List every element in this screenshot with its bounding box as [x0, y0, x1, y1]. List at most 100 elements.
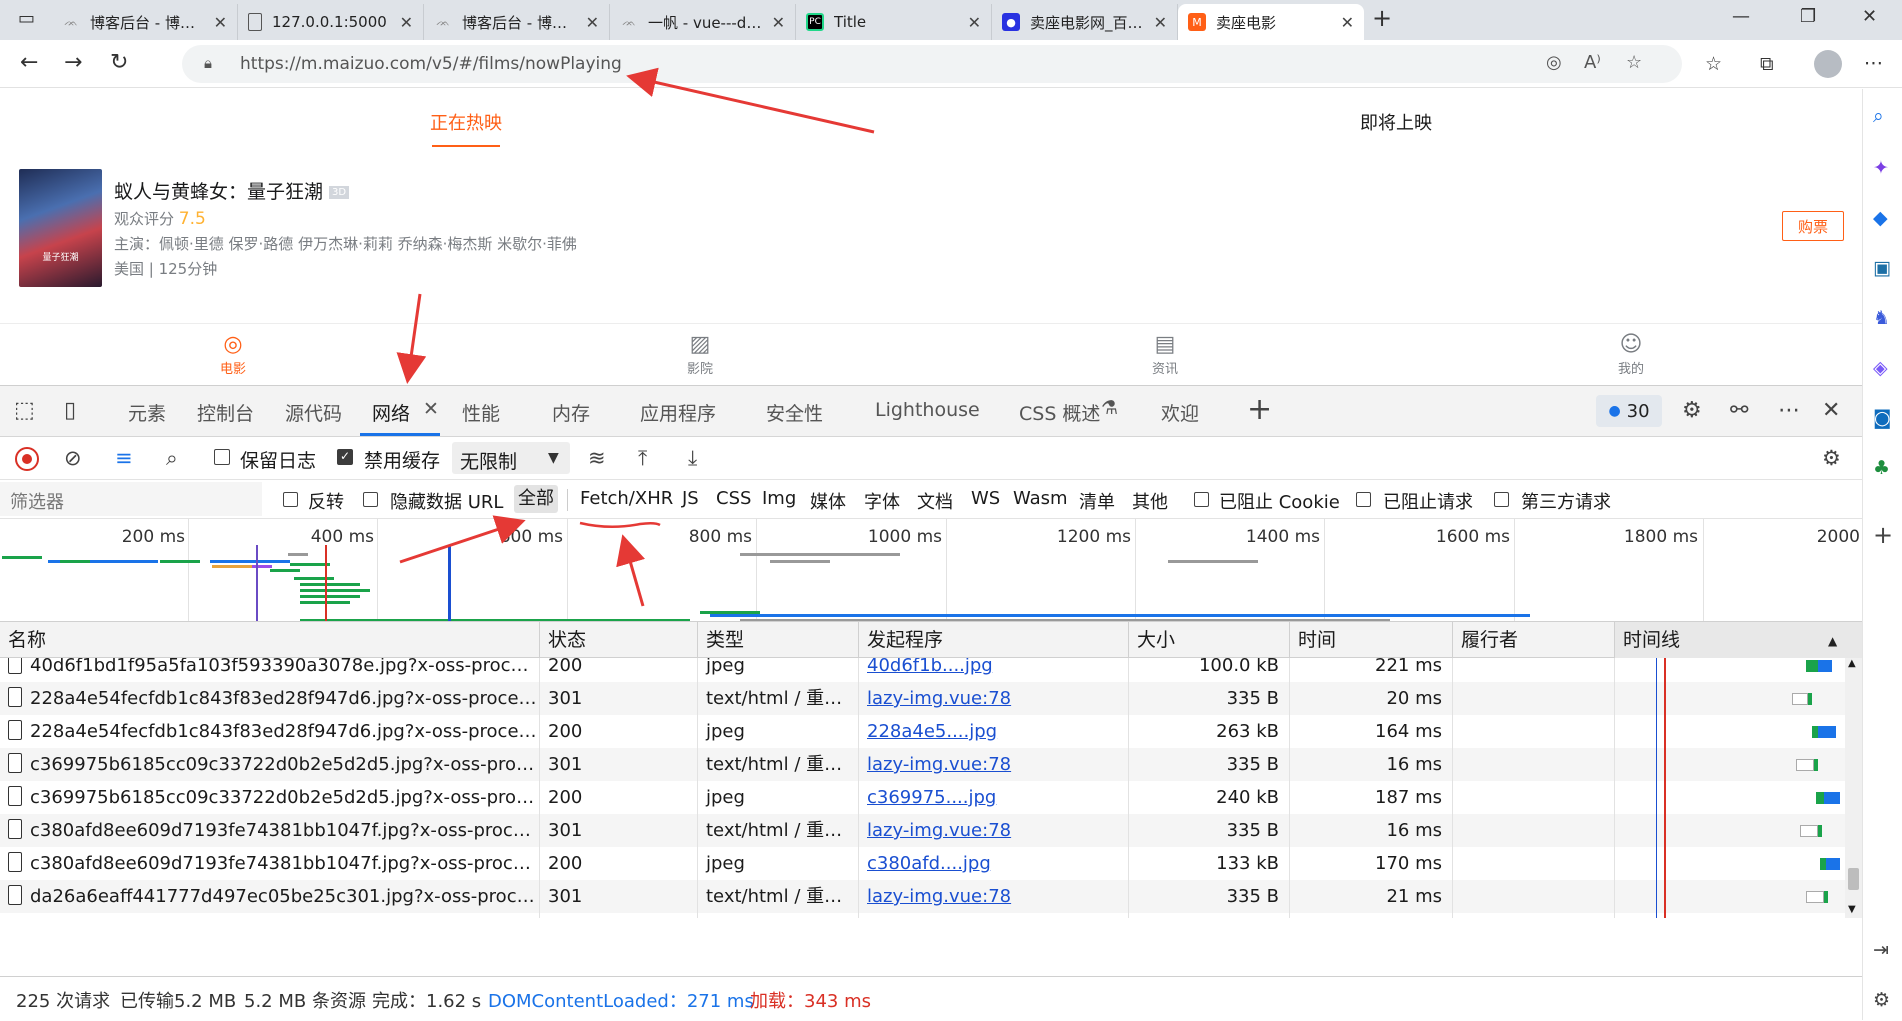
close-tab-icon[interactable]: ✕	[400, 13, 413, 32]
cell-initiator[interactable]: lazy-img.vue:78	[859, 814, 1129, 847]
outlook-icon[interactable]: ◙	[1873, 407, 1891, 429]
initiator-link[interactable]: lazy-img.vue:78	[867, 688, 1011, 709]
table-row[interactable]: c380afd8ee609d7193fe74381bb1047f.jpg?x-o…	[0, 814, 1862, 847]
close-tab-icon[interactable]: ✕	[1154, 13, 1167, 32]
third-party-label[interactable]: 第三方请求	[1521, 488, 1611, 514]
search-icon[interactable]: ⌕	[166, 446, 178, 471]
col-time[interactable]: 时间	[1290, 622, 1453, 658]
tag-icon[interactable]: ◆	[1873, 207, 1888, 229]
table-row[interactable]: c369975b6185cc09c33722d0b2e5d2d5.jpg?x-o…	[0, 748, 1862, 781]
tab-security[interactable]: 安全性	[766, 399, 823, 426]
col-name[interactable]: 名称	[0, 622, 540, 658]
cell-initiator[interactable]: 40d6f1b....jpg	[859, 658, 1129, 682]
initiator-link[interactable]: 40d6f1b....jpg	[867, 658, 993, 676]
filter-type-all[interactable]: 全部	[514, 485, 558, 513]
more-menu-icon[interactable]: ⋯	[1864, 52, 1883, 74]
hide-data-urls-checkbox[interactable]	[363, 492, 378, 507]
col-waterfall[interactable]: 时间线	[1615, 622, 1862, 658]
sparkle-icon[interactable]: ✦	[1873, 157, 1889, 179]
location-icon[interactable]: ◎	[1546, 52, 1562, 73]
invert-checkbox[interactable]	[283, 492, 298, 507]
filter-type-fetch-xhr[interactable]: Fetch/XHR	[580, 488, 673, 509]
back-icon[interactable]: ←	[20, 50, 38, 75]
cell-initiator[interactable]: 228a4e5....jpg	[859, 715, 1129, 748]
buy-ticket-button[interactable]: 购票	[1782, 211, 1844, 241]
table-row[interactable]: 40d6f1bd1f95a5fa103f593390a3078e.jpg?x-o…	[0, 658, 1862, 682]
tab-now-playing[interactable]: 正在热映	[430, 109, 502, 135]
tab-welcome[interactable]: 欢迎	[1161, 399, 1199, 426]
toolbox-icon[interactable]: ▣	[1873, 257, 1891, 279]
filter-type-css[interactable]: CSS	[716, 488, 751, 509]
throttle-select[interactable]: 无限制 ▼	[452, 442, 570, 474]
browser-tab[interactable]: ᨏ 博客后台 - 博客园 ✕	[424, 4, 610, 40]
browser-tab[interactable]: 127.0.0.1:5000 ✕	[238, 4, 424, 40]
import-har-icon[interactable]: ⤒	[638, 446, 647, 471]
tab-css-overview[interactable]: CSS 概述	[1019, 399, 1100, 426]
nav-profile[interactable]: ☺ 我的	[1591, 332, 1671, 377]
cell-initiator[interactable]: lazy-img.vue:78	[859, 880, 1129, 913]
cell-initiator[interactable]: da26a6e....jpg	[859, 913, 1129, 918]
close-tab-icon[interactable]: ✕	[214, 13, 227, 32]
initiator-link[interactable]: lazy-img.vue:78	[867, 754, 1011, 775]
filter-input[interactable]: 筛选器	[0, 482, 262, 516]
add-sidebar-icon[interactable]: +	[1873, 521, 1893, 549]
table-row[interactable]: da26a6eaff441777d497ec05be25c301.jpg?x-o…	[0, 880, 1862, 913]
tab-coming-soon[interactable]: 即将上映	[1360, 109, 1432, 135]
close-network-tab-icon[interactable]: ✕	[423, 398, 439, 420]
close-tab-icon[interactable]: ✕	[1341, 13, 1354, 32]
tab-console[interactable]: 控制台	[197, 399, 254, 426]
search-icon[interactable]: ⌕	[1873, 105, 1884, 127]
tab-actions-icon[interactable]: ▭	[18, 8, 35, 29]
issues-badge[interactable]: ● 30	[1596, 395, 1662, 427]
url-field[interactable]: 🔒︎ https://m.maizuo.com/v5/#/films/nowPl…	[182, 45, 1682, 83]
browser-tab[interactable]: ● 卖座电影网_百度搜索 ✕	[992, 4, 1178, 40]
browser-tab-active[interactable]: M 卖座电影 ✕	[1178, 4, 1364, 40]
record-icon[interactable]	[15, 447, 39, 471]
scroll-up-icon[interactable]: ▲	[1848, 658, 1856, 669]
close-tab-icon[interactable]: ✕	[772, 13, 785, 32]
close-window-icon[interactable]: ✕	[1862, 6, 1877, 27]
filter-type-manifest[interactable]: 清单	[1079, 488, 1115, 514]
tab-performance[interactable]: 性能	[462, 399, 500, 426]
cell-initiator[interactable]: lazy-img.vue:78	[859, 682, 1129, 715]
tab-network[interactable]: 网络	[372, 399, 410, 426]
favorites-icon[interactable]: ☆	[1705, 53, 1722, 75]
copilot-icon[interactable]: ◈	[1873, 357, 1888, 379]
hide-data-urls-label[interactable]: 隐藏数据 URL	[390, 488, 503, 514]
device-toggle-icon[interactable]: ▯	[64, 398, 76, 423]
filter-type-js[interactable]: JS	[682, 488, 699, 509]
initiator-link[interactable]: c369975....jpg	[867, 787, 996, 808]
filter-type-wasm[interactable]: Wasm	[1013, 488, 1068, 509]
network-conditions-icon[interactable]: ≋	[588, 446, 606, 470]
kebab-menu-icon[interactable]: ⋯	[1778, 398, 1800, 423]
blocked-cookies-label[interactable]: 已阻止 Cookie	[1219, 488, 1340, 514]
col-status[interactable]: 状态	[540, 622, 698, 658]
lock-icon[interactable]: 🔒︎	[204, 54, 212, 72]
browser-tab[interactable]: ᨏ 一帆 - vue---day01与el ✕	[610, 4, 796, 40]
filter-type-ws[interactable]: WS	[971, 488, 1000, 509]
profile-avatar[interactable]	[1814, 50, 1842, 78]
games-icon[interactable]: ♞	[1873, 307, 1890, 329]
forward-icon[interactable]: →	[64, 50, 82, 75]
nav-news[interactable]: ▤ 资讯	[1125, 332, 1205, 377]
initiator-link[interactable]: c380afd....jpg	[867, 853, 991, 874]
close-tab-icon[interactable]: ✕	[968, 13, 981, 32]
table-row[interactable]: da26a6eaff441777d497ec05be25c301.jpg?x-o…	[0, 913, 1862, 918]
disable-cache-label[interactable]: 禁用缓存	[364, 446, 440, 473]
tab-application[interactable]: 应用程序	[640, 399, 716, 426]
third-party-checkbox[interactable]	[1494, 492, 1509, 507]
sort-up-icon[interactable]: ▲	[1828, 634, 1837, 648]
new-tab-icon[interactable]: +	[1372, 4, 1392, 32]
initiator-link[interactable]: lazy-img.vue:78	[867, 820, 1011, 841]
cell-initiator[interactable]: c380afd....jpg	[859, 847, 1129, 880]
tab-memory[interactable]: 内存	[552, 399, 590, 426]
clear-icon[interactable]: ⊘	[64, 446, 82, 470]
invert-label[interactable]: 反转	[308, 488, 344, 514]
filter-type-img[interactable]: Img	[762, 488, 796, 509]
network-settings-icon[interactable]: ⚙	[1822, 446, 1841, 470]
tab-sources[interactable]: 源代码	[285, 399, 342, 426]
blocked-requests-label[interactable]: 已阻止请求	[1383, 488, 1473, 514]
preserve-log-checkbox[interactable]	[214, 449, 230, 465]
initiator-link[interactable]: lazy-img.vue:78	[867, 886, 1011, 907]
filter-icon[interactable]: ≡	[115, 446, 133, 470]
